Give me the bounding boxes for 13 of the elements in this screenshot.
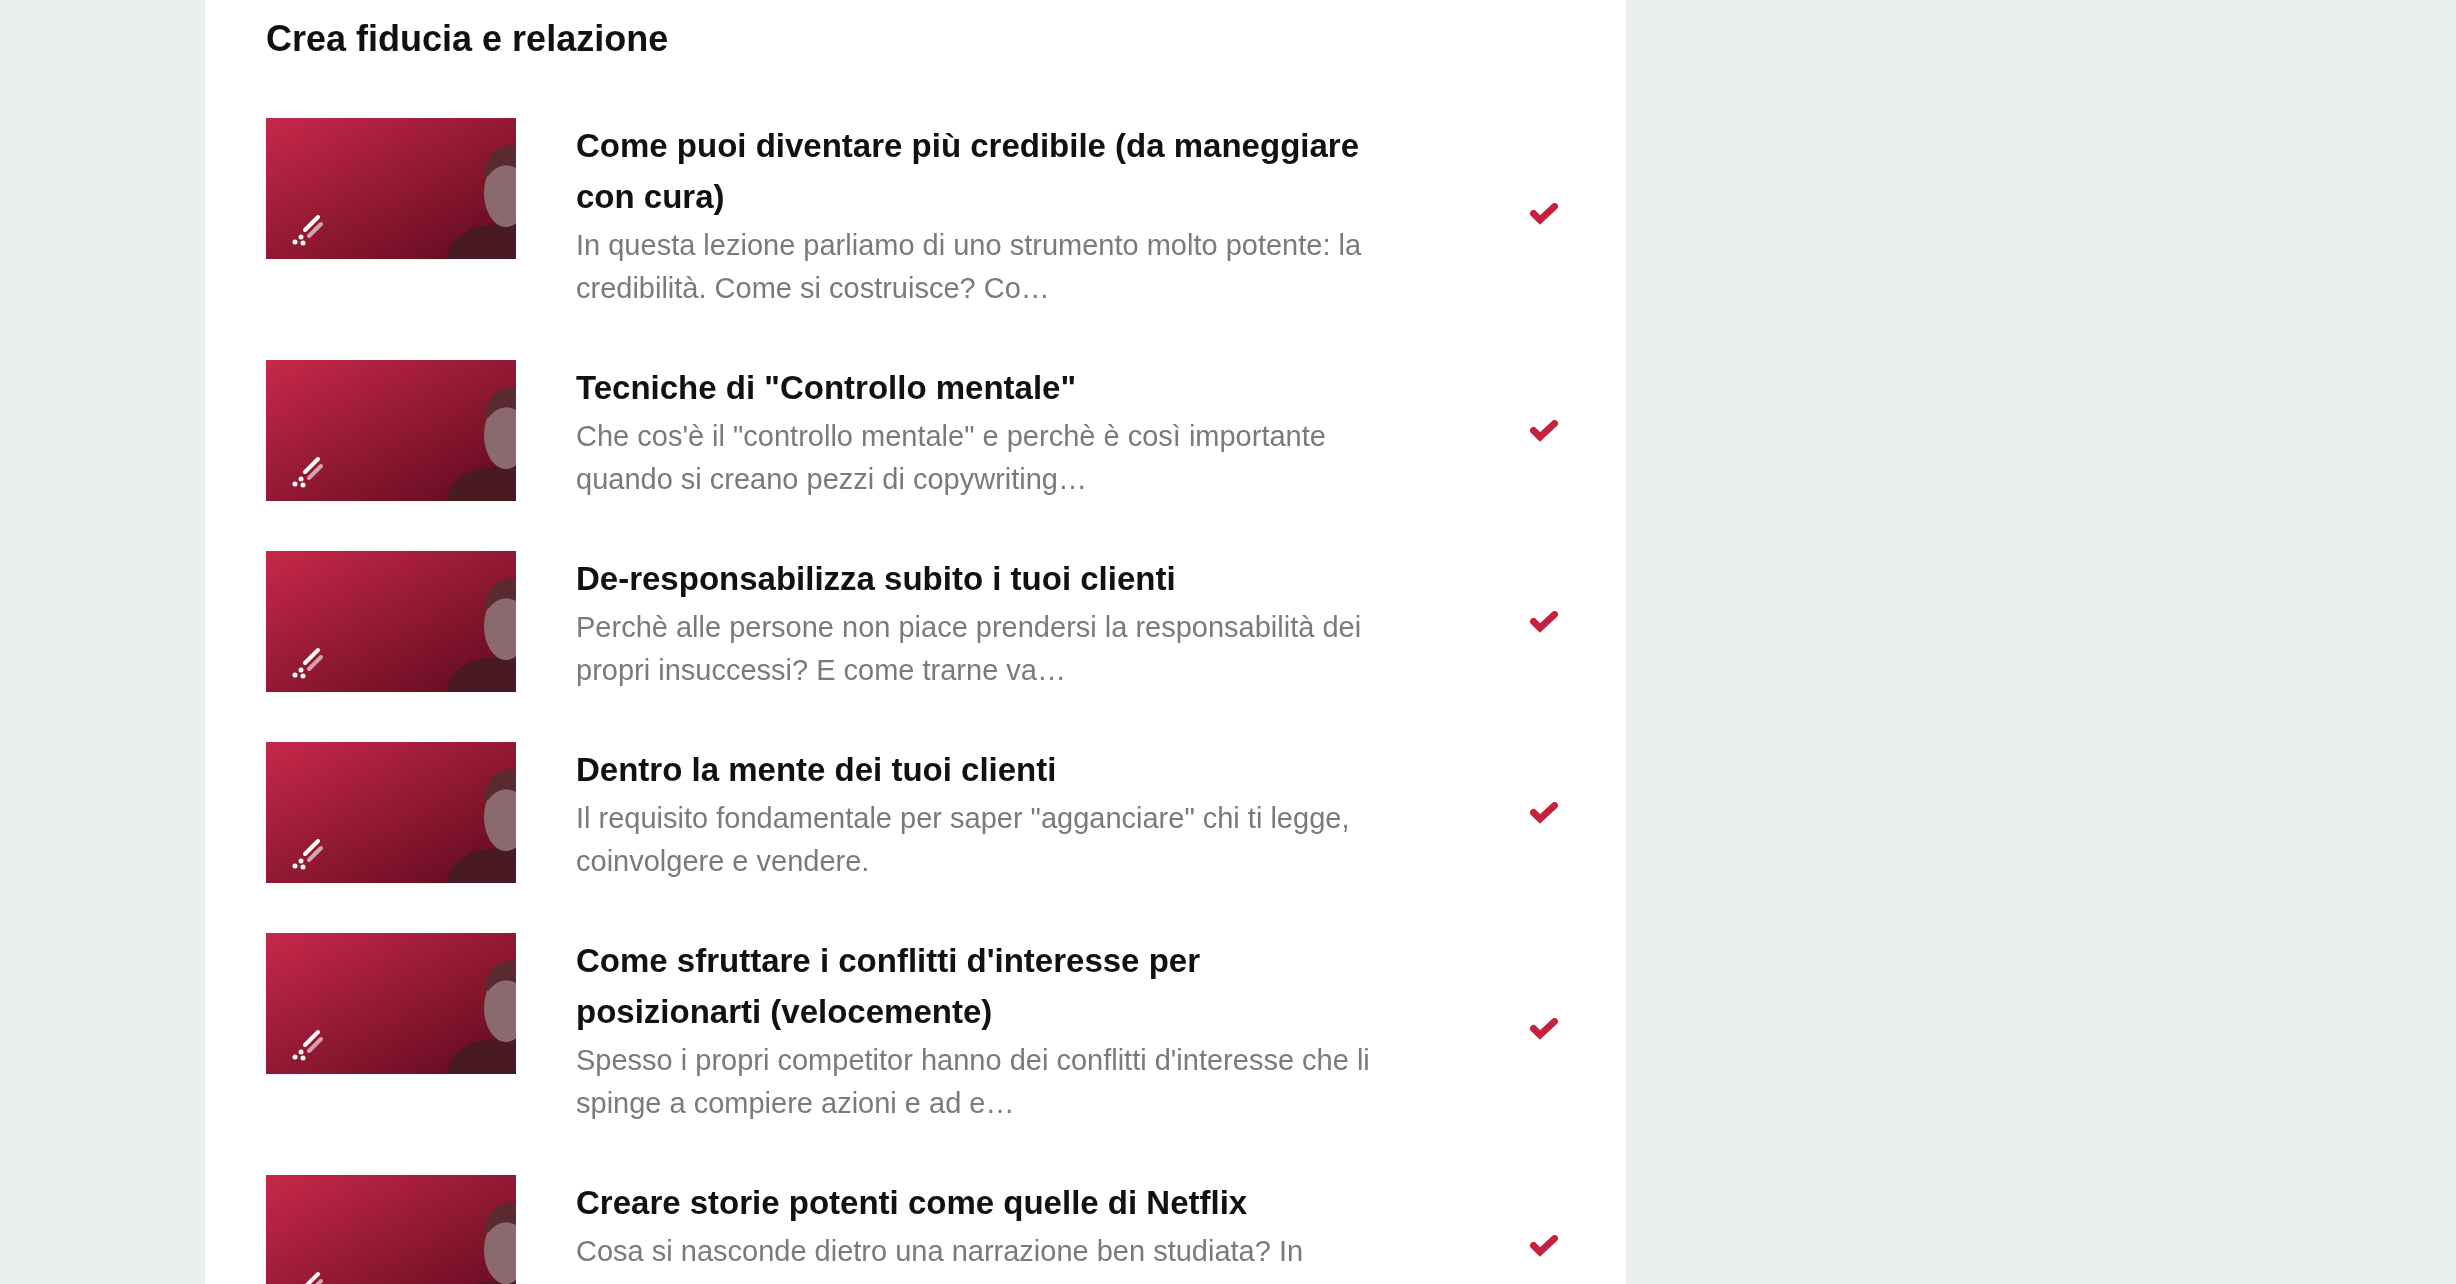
lesson-title[interactable]: Dentro la mente dei tuoi clienti — [576, 744, 1386, 795]
lesson-title[interactable]: De-responsabilizza subito i tuoi clienti — [576, 553, 1386, 604]
lesson-description: Perchè alle persone non piace prendersi la responsabilità dei propri insuccessi? E come trarne va… — [576, 610, 1363, 688]
lesson-title[interactable]: Creare storie potenti come quelle di Netflix — [576, 1177, 1386, 1228]
lesson-description: Spesso i propri competitor hanno dei conflitti d'interesse che li spinge a compiere azioni e ad e… — [576, 1043, 1371, 1121]
lesson-description: Il requisito fondamentale per saper "agganciare" chi ti legge, coinvolgere e vendere. — [576, 801, 1351, 879]
section-title: Crea fiducia e relazione — [266, 18, 670, 60]
lesson-description: Che cos'è il "controllo mentale" e perchè è così importante quando si creano pezzi di copywriting… — [576, 419, 1327, 497]
lesson-title[interactable]: Tecniche di "Controllo mentale" — [576, 362, 1386, 413]
lesson-title[interactable]: Come puoi diventare più credibile (da maneggiare con cura) — [576, 120, 1386, 222]
lesson-description: In questa lezione parliamo di uno strumento molto potente: la credibilità. Come si costruisce? Co… — [576, 228, 1363, 306]
lesson-description: Cosa si nasconde dietro una narrazione ben studiata? In — [576, 1234, 1305, 1269]
lesson-title[interactable]: Come sfruttare i conflitti d'interesse per posizionarti (velocemente) — [576, 935, 1386, 1037]
